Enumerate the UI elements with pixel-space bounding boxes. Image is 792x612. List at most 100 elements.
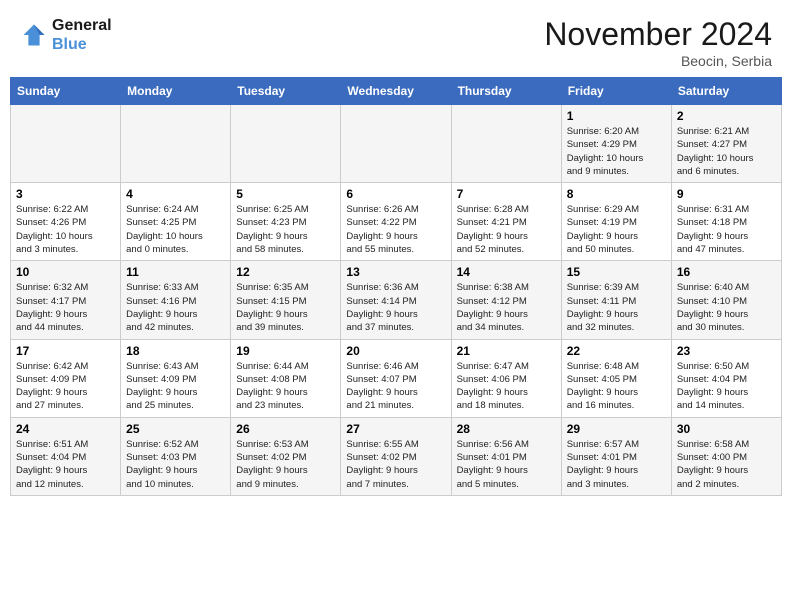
day-number: 21 xyxy=(457,344,556,358)
calendar-cell xyxy=(231,105,341,183)
day-info: Sunrise: 6:57 AM Sunset: 4:01 PM Dayligh… xyxy=(567,438,666,491)
day-number: 14 xyxy=(457,265,556,279)
calendar-header: Sunday Monday Tuesday Wednesday Thursday… xyxy=(11,78,782,105)
day-number: 23 xyxy=(677,344,776,358)
calendar-body: 1Sunrise: 6:20 AM Sunset: 4:29 PM Daylig… xyxy=(11,105,782,496)
logo-icon xyxy=(20,21,48,49)
week-row-2: 3 Sunrise: 6:22 AM Sunset: 4:26 PM Daylig… xyxy=(11,183,782,261)
day-number: 18 xyxy=(126,344,225,358)
day-number: 4 xyxy=(126,187,225,201)
calendar-cell: 11 Sunrise: 6:33 AM Sunset: 4:16 PM Dayli… xyxy=(121,261,231,339)
day-info: Sunrise: 6:50 AM Sunset: 4:04 PM Dayligh… xyxy=(677,360,776,413)
col-thursday: Thursday xyxy=(451,78,561,105)
day-number: 24 xyxy=(16,422,115,436)
calendar-cell: 10Sunrise: 6:32 AM Sunset: 4:17 PM Dayli… xyxy=(11,261,121,339)
calendar-cell: 30 Sunrise: 6:58 AM Sunset: 4:00 PM Dayli… xyxy=(671,417,781,495)
calendar-cell: 18 Sunrise: 6:43 AM Sunset: 4:09 PM Dayli… xyxy=(121,339,231,417)
day-number: 12 xyxy=(236,265,335,279)
col-tuesday: Tuesday xyxy=(231,78,341,105)
day-info: Sunrise: 6:58 AM Sunset: 4:00 PM Dayligh… xyxy=(677,438,776,491)
day-info: Sunrise: 6:31 AM Sunset: 4:18 PM Dayligh… xyxy=(677,203,776,256)
day-number: 5 xyxy=(236,187,335,201)
day-number: 22 xyxy=(567,344,666,358)
col-monday: Monday xyxy=(121,78,231,105)
calendar-cell: 23 Sunrise: 6:50 AM Sunset: 4:04 PM Dayli… xyxy=(671,339,781,417)
calendar-cell xyxy=(341,105,451,183)
day-info: Sunrise: 6:40 AM Sunset: 4:10 PM Dayligh… xyxy=(677,281,776,334)
calendar-cell xyxy=(451,105,561,183)
day-info: Sunrise: 6:32 AM Sunset: 4:17 PM Dayligh… xyxy=(16,281,115,334)
day-info: Sunrise: 6:44 AM Sunset: 4:08 PM Dayligh… xyxy=(236,360,335,413)
day-info: Sunrise: 6:21 AM Sunset: 4:27 PM Dayligh… xyxy=(677,125,776,178)
day-info: Sunrise: 6:29 AM Sunset: 4:19 PM Dayligh… xyxy=(567,203,666,256)
day-number: 27 xyxy=(346,422,445,436)
day-number: 7 xyxy=(457,187,556,201)
day-number: 1 xyxy=(567,109,666,123)
calendar-cell: 25 Sunrise: 6:52 AM Sunset: 4:03 PM Dayli… xyxy=(121,417,231,495)
day-number: 15 xyxy=(567,265,666,279)
location: Beocin, Serbia xyxy=(544,53,772,69)
title-block: November 2024 Beocin, Serbia xyxy=(544,16,772,69)
col-saturday: Saturday xyxy=(671,78,781,105)
day-number: 16 xyxy=(677,265,776,279)
calendar-cell xyxy=(11,105,121,183)
calendar-cell: 27 Sunrise: 6:55 AM Sunset: 4:02 PM Dayli… xyxy=(341,417,451,495)
day-number: 8 xyxy=(567,187,666,201)
calendar-cell: 16 Sunrise: 6:40 AM Sunset: 4:10 PM Dayli… xyxy=(671,261,781,339)
day-number: 2 xyxy=(677,109,776,123)
day-number: 20 xyxy=(346,344,445,358)
day-number: 11 xyxy=(126,265,225,279)
calendar-cell: 14 Sunrise: 6:38 AM Sunset: 4:12 PM Dayli… xyxy=(451,261,561,339)
week-row-3: 10Sunrise: 6:32 AM Sunset: 4:17 PM Dayli… xyxy=(11,261,782,339)
day-info: Sunrise: 6:46 AM Sunset: 4:07 PM Dayligh… xyxy=(346,360,445,413)
day-info: Sunrise: 6:22 AM Sunset: 4:26 PM Dayligh… xyxy=(16,203,115,256)
calendar-cell: 8 Sunrise: 6:29 AM Sunset: 4:19 PM Daylig… xyxy=(561,183,671,261)
calendar-cell: 15 Sunrise: 6:39 AM Sunset: 4:11 PM Dayli… xyxy=(561,261,671,339)
day-info: Sunrise: 6:42 AM Sunset: 4:09 PM Dayligh… xyxy=(16,360,115,413)
calendar-cell: 26Sunrise: 6:53 AM Sunset: 4:02 PM Dayli… xyxy=(231,417,341,495)
calendar-cell: 6 Sunrise: 6:26 AM Sunset: 4:22 PM Daylig… xyxy=(341,183,451,261)
day-info: Sunrise: 6:35 AM Sunset: 4:15 PM Dayligh… xyxy=(236,281,335,334)
day-number: 26 xyxy=(236,422,335,436)
day-info: Sunrise: 6:52 AM Sunset: 4:03 PM Dayligh… xyxy=(126,438,225,491)
day-info: Sunrise: 6:47 AM Sunset: 4:06 PM Dayligh… xyxy=(457,360,556,413)
calendar-cell: 29Sunrise: 6:57 AM Sunset: 4:01 PM Dayli… xyxy=(561,417,671,495)
col-wednesday: Wednesday xyxy=(341,78,451,105)
col-friday: Friday xyxy=(561,78,671,105)
header-row: Sunday Monday Tuesday Wednesday Thursday… xyxy=(11,78,782,105)
day-info: Sunrise: 6:38 AM Sunset: 4:12 PM Dayligh… xyxy=(457,281,556,334)
month-title: November 2024 xyxy=(544,16,772,53)
day-info: Sunrise: 6:43 AM Sunset: 4:09 PM Dayligh… xyxy=(126,360,225,413)
day-info: Sunrise: 6:25 AM Sunset: 4:23 PM Dayligh… xyxy=(236,203,335,256)
calendar-cell: 3 Sunrise: 6:22 AM Sunset: 4:26 PM Daylig… xyxy=(11,183,121,261)
week-row-4: 17 Sunrise: 6:42 AM Sunset: 4:09 PM Dayli… xyxy=(11,339,782,417)
page-header: General Blue November 2024 Beocin, Serbi… xyxy=(0,0,792,77)
calendar-cell: 17 Sunrise: 6:42 AM Sunset: 4:09 PM Dayli… xyxy=(11,339,121,417)
calendar-cell: 19Sunrise: 6:44 AM Sunset: 4:08 PM Dayli… xyxy=(231,339,341,417)
day-number: 25 xyxy=(126,422,225,436)
day-number: 13 xyxy=(346,265,445,279)
day-info: Sunrise: 6:26 AM Sunset: 4:22 PM Dayligh… xyxy=(346,203,445,256)
day-info: Sunrise: 6:39 AM Sunset: 4:11 PM Dayligh… xyxy=(567,281,666,334)
calendar-cell: 9 Sunrise: 6:31 AM Sunset: 4:18 PM Daylig… xyxy=(671,183,781,261)
calendar-cell: 20 Sunrise: 6:46 AM Sunset: 4:07 PM Dayli… xyxy=(341,339,451,417)
day-info: Sunrise: 6:55 AM Sunset: 4:02 PM Dayligh… xyxy=(346,438,445,491)
calendar-cell: 12 Sunrise: 6:35 AM Sunset: 4:15 PM Dayli… xyxy=(231,261,341,339)
day-number: 6 xyxy=(346,187,445,201)
day-info: Sunrise: 6:33 AM Sunset: 4:16 PM Dayligh… xyxy=(126,281,225,334)
logo-text: General Blue xyxy=(52,16,112,54)
calendar-cell: 2 Sunrise: 6:21 AM Sunset: 4:27 PM Daylig… xyxy=(671,105,781,183)
calendar-cell: 21 Sunrise: 6:47 AM Sunset: 4:06 PM Dayli… xyxy=(451,339,561,417)
day-number: 28 xyxy=(457,422,556,436)
day-info: Sunrise: 6:48 AM Sunset: 4:05 PM Dayligh… xyxy=(567,360,666,413)
day-number: 3 xyxy=(16,187,115,201)
calendar-cell: 28Sunrise: 6:56 AM Sunset: 4:01 PM Dayli… xyxy=(451,417,561,495)
day-number: 30 xyxy=(677,422,776,436)
day-number: 9 xyxy=(677,187,776,201)
day-info: Sunrise: 6:28 AM Sunset: 4:21 PM Dayligh… xyxy=(457,203,556,256)
day-info: Sunrise: 6:24 AM Sunset: 4:25 PM Dayligh… xyxy=(126,203,225,256)
day-number: 17 xyxy=(16,344,115,358)
week-row-5: 24Sunrise: 6:51 AM Sunset: 4:04 PM Dayli… xyxy=(11,417,782,495)
calendar-cell: 1Sunrise: 6:20 AM Sunset: 4:29 PM Daylig… xyxy=(561,105,671,183)
day-info: Sunrise: 6:36 AM Sunset: 4:14 PM Dayligh… xyxy=(346,281,445,334)
